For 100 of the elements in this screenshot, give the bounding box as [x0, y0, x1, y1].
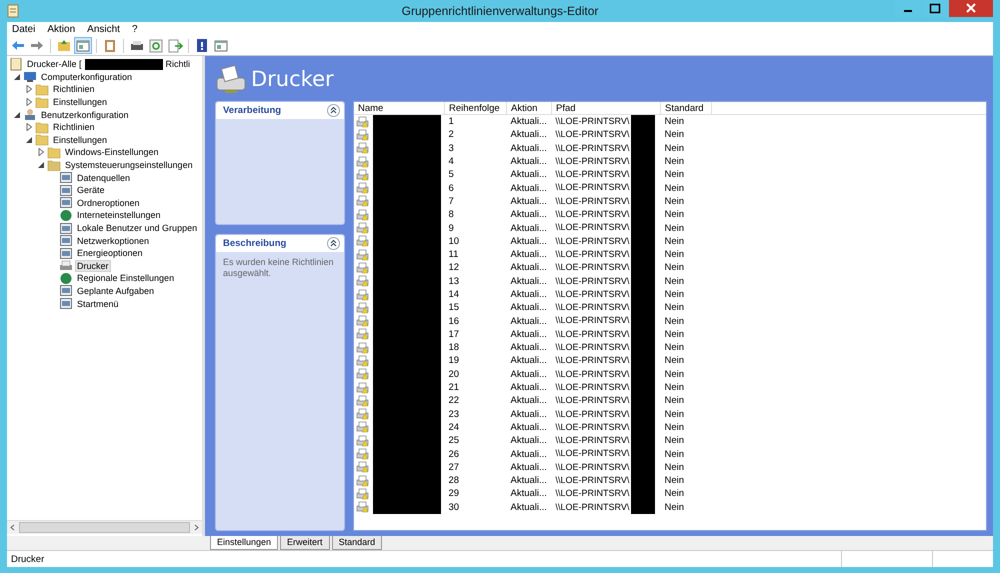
table-cell: \\LOE-PRINTSRV\: [556, 435, 630, 446]
table-cell: \\LOE-PRINTSRV\: [556, 408, 630, 419]
collapse-icon[interactable]: [327, 237, 340, 250]
tree-item[interactable]: Benutzerkonfiguration: [40, 110, 130, 120]
tab[interactable]: Standard: [332, 536, 382, 550]
expand-icon[interactable]: [25, 85, 33, 94]
table-cell-text: 17: [448, 328, 460, 342]
expand-icon[interactable]: [25, 123, 33, 132]
folder-icon: [35, 134, 49, 146]
table-cell-text: 13: [448, 274, 460, 288]
menu-item[interactable]: Datei: [12, 24, 36, 34]
table-cell-text: Aktuali...: [510, 368, 548, 381]
tree-item[interactable]: Drucker-Alle [: [26, 59, 83, 70]
table-cell-text: Nein: [664, 168, 686, 182]
table-cell-text: 16: [448, 314, 460, 328]
table-cell-text: Aktuali...: [510, 248, 548, 262]
collapse-icon[interactable]: [37, 161, 45, 170]
document-icon: [9, 58, 23, 71]
printer-icon: [356, 434, 369, 447]
column-header[interactable]: Pfad: [552, 102, 660, 114]
tree-item[interactable]: Richtlinien: [52, 84, 96, 94]
page-title: Drucker: [251, 67, 334, 91]
tree-item[interactable]: Richtlinien: [52, 122, 96, 132]
collapse-icon[interactable]: [327, 104, 340, 117]
table-cell-text: Aktuali...: [510, 142, 548, 155]
table-cell: \\LOE-PRINTSRV\: [556, 249, 630, 260]
tree-item[interactable]: Systemsteuerungseinstellungen: [64, 160, 194, 170]
table-cell-text: Aktuali...: [510, 168, 548, 182]
table-cell-text: Nein: [664, 128, 686, 142]
column-header[interactable]: Aktion: [506, 102, 552, 114]
folder-icon: [47, 146, 61, 159]
collapse-icon[interactable]: [13, 72, 21, 81]
status-text: Drucker: [10, 554, 46, 564]
table-cell-text: 14: [448, 288, 460, 302]
expand-icon[interactable]: [25, 98, 33, 106]
tree-item[interactable]: Energieoptionen: [76, 248, 144, 258]
menu-item[interactable]: Aktion: [47, 24, 76, 34]
printer-icon: [356, 315, 369, 328]
table-cell-text: Nein: [664, 487, 686, 501]
tree-item[interactable]: Geplante Aufgaben: [76, 286, 156, 296]
table-cell-text: 18: [448, 341, 460, 354]
tree-item[interactable]: Ordneroptionen: [76, 198, 141, 208]
redaction-bar: [373, 500, 441, 514]
table-cell-text: Aktuali...: [510, 328, 548, 342]
tree-item[interactable]: Einstellungen: [52, 97, 108, 108]
table-cell-text: 28: [448, 474, 460, 488]
table-cell-text: 19: [448, 354, 460, 368]
column-header[interactable]: Standard: [660, 102, 712, 114]
table-cell-text: Nein: [664, 460, 686, 474]
horizontal-scrollbar[interactable]: [7, 520, 202, 534]
table-cell: \\LOE-PRINTSRV\: [556, 316, 630, 326]
tree-item[interactable]: Computerkonfiguration: [40, 72, 134, 82]
export-icon[interactable]: [166, 37, 184, 54]
table-cell-text: Aktuali...: [510, 354, 548, 368]
redaction-bar: [631, 115, 656, 128]
table-cell: \\LOE-PRINTSRV\: [556, 328, 630, 339]
window-pane-icon[interactable]: [74, 37, 92, 54]
tab[interactable]: Erweitert: [280, 536, 330, 550]
panel-title: Beschreibung: [223, 238, 286, 249]
tree-item[interactable]: Regionale Einstellungen: [76, 273, 176, 284]
table-cell: \\LOE-PRINTSRV\: [556, 236, 630, 246]
table-cell: \\LOE-PRINTSRV\: [556, 276, 630, 286]
description-text: Es wurden keine Richtlinien ausgewählt.: [223, 257, 335, 279]
table-cell-text: Aktuali...: [510, 274, 548, 288]
app-icon: [7, 4, 19, 18]
tree-item[interactable]: Windows-Einstellungen: [64, 147, 160, 158]
folder-icon: [35, 96, 49, 108]
tree-item[interactable]: Lokale Benutzer und Gruppen: [76, 223, 198, 234]
folder-icon: [35, 83, 49, 96]
table-cell-text: 8: [448, 208, 455, 222]
table-cell-text: 11: [448, 248, 460, 262]
tree-item[interactable]: Startmenü: [76, 298, 120, 309]
table-cell: \\LOE-PRINTSRV\: [556, 222, 630, 233]
table-cell: \\LOE-PRINTSRV\: [556, 475, 630, 486]
menu-item[interactable]: ?: [132, 24, 138, 34]
printer-icon: [356, 262, 369, 274]
menu-item[interactable]: Ansicht: [87, 24, 120, 34]
tree-item[interactable]: Einstellungen: [52, 134, 108, 145]
close-button[interactable]: [949, 0, 993, 17]
printer-icon: [59, 260, 73, 272]
tree-item[interactable]: Drucker: [76, 260, 110, 271]
tree-item[interactable]: Datenquellen: [76, 172, 132, 183]
tree-item[interactable]: Geräte: [76, 185, 106, 196]
window-title: Gruppenrichtlinienverwaltungs-Editor: [400, 4, 600, 18]
refresh-icon[interactable]: [147, 37, 165, 54]
expand-icon[interactable]: [37, 148, 45, 156]
printer-icon: [356, 382, 369, 394]
tree-item[interactable]: Netzwerkoptionen: [76, 236, 150, 246]
table-cell-text: Aktuali...: [510, 460, 548, 474]
column-header[interactable]: Reihenfolge: [444, 102, 506, 114]
printer-icon: [356, 488, 369, 500]
collapse-icon[interactable]: [25, 136, 33, 144]
table-cell-text: Nein: [664, 182, 686, 195]
table-cell-text: Nein: [664, 261, 686, 275]
table-cell: \\LOE-PRINTSRV\: [556, 289, 630, 300]
table-cell-text: Nein: [664, 288, 686, 302]
table-cell-text: Aktuali...: [510, 434, 548, 448]
tab[interactable]: Einstellungen: [210, 536, 278, 550]
collapse-icon[interactable]: [13, 110, 21, 119]
tree-item[interactable]: Interneteinstellungen: [76, 210, 162, 220]
